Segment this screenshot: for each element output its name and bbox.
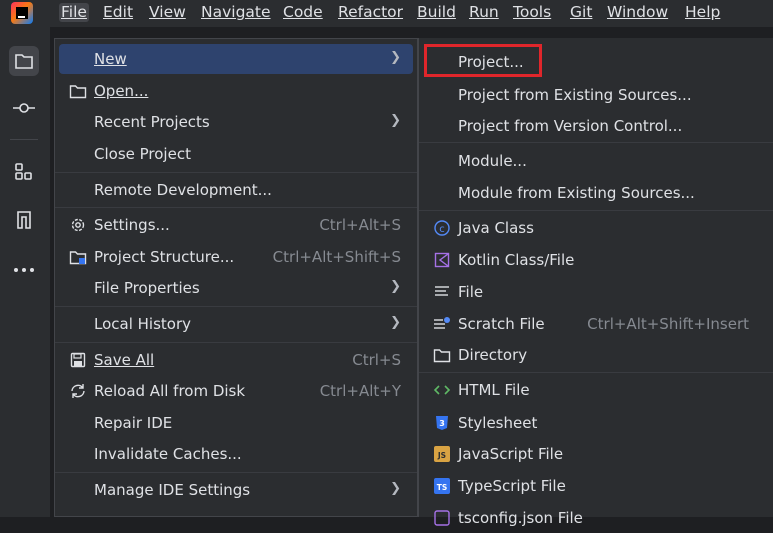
submenu-item-project-vcs[interactable]: Project from Version Control... [423, 111, 769, 141]
project-folder-icon[interactable] [9, 46, 39, 76]
menu-item-remote-development[interactable]: Remote Development... [59, 175, 413, 205]
menu-item-new[interactable]: New ❯ [59, 44, 413, 74]
submenu-item-html-file[interactable]: HTML File [423, 375, 769, 405]
menu-separator [55, 472, 417, 473]
svg-text:3: 3 [439, 419, 445, 428]
menu-window[interactable]: Window [607, 3, 668, 22]
submenu-item-file[interactable]: File [423, 277, 769, 307]
menu-separator [419, 142, 773, 143]
tsconfig-file-icon [433, 509, 451, 527]
menu-item-project-structure[interactable]: Project Structure... Ctrl+Alt+Shift+S [59, 242, 413, 272]
menu-item-settings[interactable]: Settings... Ctrl+Alt+S [59, 210, 413, 240]
chevron-right-icon: ❯ [390, 315, 401, 330]
submenu-item-directory[interactable]: Directory [423, 340, 769, 370]
submenu-item-kotlin-class[interactable]: Kotlin Class/File [423, 245, 769, 275]
typescript-file-icon: TS [433, 477, 451, 495]
reload-icon [69, 382, 87, 400]
menu-separator [419, 372, 773, 373]
project-structure-icon [69, 248, 87, 266]
menu-edit[interactable]: Edit [103, 3, 133, 22]
submenu-item-project-existing[interactable]: Project from Existing Sources... [423, 80, 769, 110]
menu-git[interactable]: Git [570, 3, 592, 22]
javascript-file-icon: JS [433, 445, 451, 463]
submenu-item-javascript-file[interactable]: JS JavaScript File [423, 439, 769, 469]
main-menubar: File Edit View Navigate Code Refactor Bu… [0, 0, 773, 27]
structure-icon[interactable] [9, 157, 39, 187]
text-file-icon [433, 283, 451, 301]
menu-separator [55, 172, 417, 173]
submenu-item-module[interactable]: Module... [423, 146, 769, 176]
menu-view[interactable]: View [149, 3, 186, 22]
menu-tools[interactable]: Tools [513, 3, 551, 22]
chevron-right-icon: ❯ [390, 113, 401, 128]
bookmarks-icon[interactable] [9, 205, 39, 235]
submenu-item-java-class[interactable]: c Java Class [423, 213, 769, 243]
menu-separator [419, 210, 773, 211]
scratch-file-icon [433, 315, 451, 333]
html-file-icon [433, 381, 451, 399]
gear-icon [69, 216, 87, 234]
css-file-icon: 3 [433, 414, 451, 432]
menu-item-open[interactable]: Open... [59, 76, 413, 106]
more-tools-icon[interactable] [9, 255, 39, 285]
svg-text:JS: JS [437, 451, 446, 460]
menu-refactor[interactable]: Refactor [338, 3, 403, 22]
menu-help[interactable]: Help [685, 3, 720, 22]
menu-item-local-history[interactable]: Local History ❯ [59, 309, 413, 339]
menu-item-reload-all[interactable]: Reload All from Disk Ctrl+Alt+Y [59, 376, 413, 406]
chevron-right-icon: ❯ [390, 50, 401, 65]
menu-item-label: New [94, 50, 127, 68]
new-submenu: Project... Project from Existing Sources… [418, 38, 773, 527]
menu-item-close-project[interactable]: Close Project [59, 139, 413, 169]
save-icon [69, 351, 87, 369]
java-class-icon: c [433, 219, 451, 237]
submenu-item-scratch-file[interactable]: Scratch File Ctrl+Alt+Shift+Insert [423, 309, 769, 339]
chevron-right-icon: ❯ [390, 481, 401, 496]
submenu-item-tsconfig-file[interactable]: tsconfig.json File [423, 503, 769, 533]
submenu-item-stylesheet[interactable]: 3 Stylesheet [423, 408, 769, 438]
menu-separator [55, 342, 417, 343]
submenu-item-typescript-file[interactable]: TS TypeScript File [423, 471, 769, 501]
kotlin-class-icon [433, 251, 451, 269]
menu-item-repair-ide[interactable]: Repair IDE [59, 408, 413, 438]
svg-text:c: c [439, 224, 445, 235]
menu-item-recent-projects[interactable]: Recent Projects ❯ [59, 107, 413, 137]
commit-icon[interactable] [9, 93, 39, 123]
highlight-annotation-box [424, 44, 542, 77]
app-logo-icon[interactable] [11, 2, 33, 24]
menu-build[interactable]: Build [417, 3, 456, 22]
tool-window-sidebar [0, 27, 51, 517]
menu-run[interactable]: Run [469, 3, 499, 22]
menu-file[interactable]: File [59, 3, 89, 22]
chevron-right-icon: ❯ [390, 279, 401, 294]
menu-navigate[interactable]: Navigate [201, 3, 271, 22]
menu-separator [55, 306, 417, 307]
file-menu: New ❯ Open... Recent Projects ❯ Close Pr… [54, 38, 418, 517]
submenu-item-module-existing[interactable]: Module from Existing Sources... [423, 178, 769, 208]
svg-text:TS: TS [437, 483, 448, 492]
menu-code[interactable]: Code [283, 3, 323, 22]
menu-item-invalidate-caches[interactable]: Invalidate Caches... [59, 439, 413, 469]
sidebar-separator [10, 139, 38, 140]
menu-item-manage-ide-settings[interactable]: Manage IDE Settings ❯ [59, 475, 413, 505]
folder-icon [69, 82, 87, 100]
folder-icon [433, 346, 451, 364]
menu-item-save-all[interactable]: Save All Ctrl+S [59, 345, 413, 375]
menu-separator [55, 207, 417, 208]
menu-item-file-properties[interactable]: File Properties ❯ [59, 273, 413, 303]
